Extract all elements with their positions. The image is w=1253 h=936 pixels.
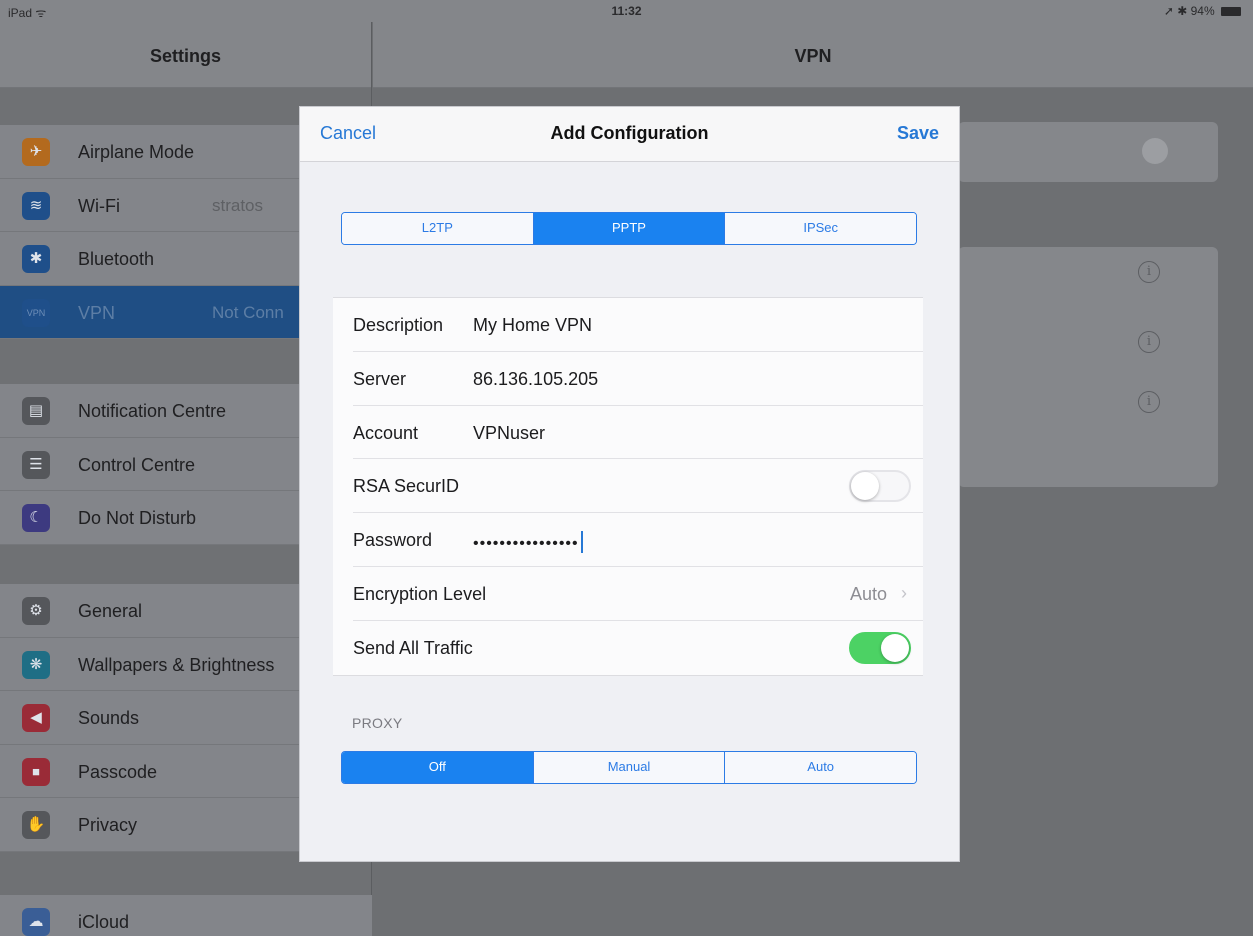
encryption-level-row[interactable]: Encryption Level Auto › [353, 567, 923, 621]
wallpaper-icon: ❋ [22, 650, 50, 679]
sidebar-item-label: Wi-Fi [78, 195, 120, 216]
rsa-securid-toggle[interactable] [849, 470, 911, 503]
segment-proxy-manual[interactable]: Manual [533, 752, 726, 783]
battery-icon [1221, 7, 1241, 16]
account-row: Account VPNuser [353, 406, 923, 460]
control-centre-icon: ☰ [22, 450, 50, 479]
encryption-level-value: Auto [849, 583, 887, 604]
settings-group-icloud: ☁ iCloud [0, 895, 372, 936]
sidebar-item-label: Control Centre [78, 454, 196, 475]
proxy-section-label: PROXY [352, 715, 403, 731]
sidebar-item-label: General [78, 601, 143, 621]
toggle-knob [851, 472, 879, 501]
status-indicators: ➚ ✱ 94% [1164, 4, 1241, 18]
text-cursor [580, 531, 583, 554]
vpn-icon: VPN [22, 298, 50, 327]
password-label: Password [353, 530, 433, 551]
vpn-type-segmented-control: L2TP PPTP IPSec [341, 212, 917, 245]
info-icon[interactable]: i [1138, 331, 1160, 353]
airplane-icon: ✈ [22, 138, 50, 166]
password-field[interactable]: •••••••••••••••• [473, 531, 583, 554]
hand-icon: ✋ [22, 811, 50, 839]
chevron-right-icon: › [901, 582, 907, 603]
gear-icon: ⚙ [22, 597, 50, 625]
info-icon[interactable]: i [1138, 391, 1160, 413]
vpn-config-list: i i i [958, 247, 1218, 487]
send-all-traffic-row: Send All Traffic [353, 621, 923, 675]
vpn-status-card [958, 122, 1218, 182]
sidebar-item-label: Bluetooth [78, 249, 155, 269]
sidebar-item-label: Do Not Disturb [78, 508, 197, 528]
sidebar-item-label: Passcode [78, 761, 158, 782]
settings-title: Settings [0, 22, 371, 88]
sidebar-item-label: VPN [78, 302, 116, 323]
sidebar-item-label: Wallpapers & Brightness [78, 654, 275, 675]
segment-proxy-auto[interactable]: Auto [725, 752, 916, 783]
status-right-text: ➚ ✱ 94% [1163, 4, 1215, 18]
sidebar-item-label: iCloud [78, 912, 130, 932]
info-icon[interactable]: i [1138, 261, 1160, 283]
wifi-icon: ≋ [22, 191, 50, 220]
cloud-icon: ☁ [22, 908, 50, 936]
rsa-securid-label: RSA SecurID [353, 476, 460, 497]
segment-ipsec[interactable]: IPSec [725, 213, 916, 244]
moon-icon: ☾ [22, 504, 50, 532]
sidebar-item-icloud[interactable]: ☁ iCloud [0, 895, 372, 936]
encryption-level-label: Encryption Level [353, 583, 487, 604]
description-row: Description My Home VPN [353, 298, 923, 352]
account-field[interactable]: VPNuser [473, 423, 545, 444]
status-bar: iPad ᯤ 11:32 ➚ ✱ 94% [0, 0, 1253, 22]
segment-l2tp[interactable]: L2TP [342, 213, 534, 244]
server-field[interactable]: 86.136.105.205 [473, 369, 598, 390]
modal-nav-bar: Cancel Add Configuration Save [300, 107, 959, 162]
server-row: Server 86.136.105.205 [353, 352, 923, 406]
sidebar-item-value: stratos [212, 195, 264, 215]
clock: 11:32 [611, 4, 642, 18]
password-row: Password •••••••••••••••• [353, 513, 923, 567]
notification-centre-icon: ▤ [22, 397, 50, 425]
modal-title: Add Configuration [550, 123, 709, 143]
segment-pptp[interactable]: PPTP [533, 213, 726, 244]
password-dots: •••••••••••••••• [473, 535, 579, 553]
add-configuration-modal: Cancel Add Configuration Save L2TP PPTP … [300, 107, 959, 861]
account-label: Account [353, 422, 419, 443]
description-field[interactable]: My Home VPN [473, 315, 592, 336]
vpn-status-toggle[interactable] [1142, 138, 1168, 164]
segment-proxy-off[interactable]: Off [342, 752, 534, 783]
toggle-knob [881, 633, 909, 662]
sidebar-item-label: Airplane Mode [78, 142, 195, 162]
vpn-title: VPN [373, 22, 1253, 88]
sidebar-item-label: Notification Centre [78, 401, 227, 421]
rsa-securid-row: RSA SecurID [353, 459, 923, 514]
speaker-icon: ◀ [22, 704, 50, 732]
send-all-traffic-label: Send All Traffic [353, 637, 473, 658]
sidebar-item-label: Sounds [78, 708, 140, 728]
save-button[interactable]: Save [897, 123, 939, 144]
sidebar-item-value: Not Conn [212, 302, 284, 322]
bluetooth-icon: ✱ [22, 245, 50, 273]
server-label: Server [353, 368, 407, 389]
lock-icon: ■ [22, 757, 50, 786]
description-label: Description [353, 315, 444, 335]
sidebar-item-label: Privacy [78, 815, 138, 835]
proxy-segmented-control: Off Manual Auto [341, 751, 917, 784]
send-all-traffic-toggle[interactable] [849, 631, 911, 664]
configuration-form: Description My Home VPN Server 86.136.10… [333, 297, 923, 676]
